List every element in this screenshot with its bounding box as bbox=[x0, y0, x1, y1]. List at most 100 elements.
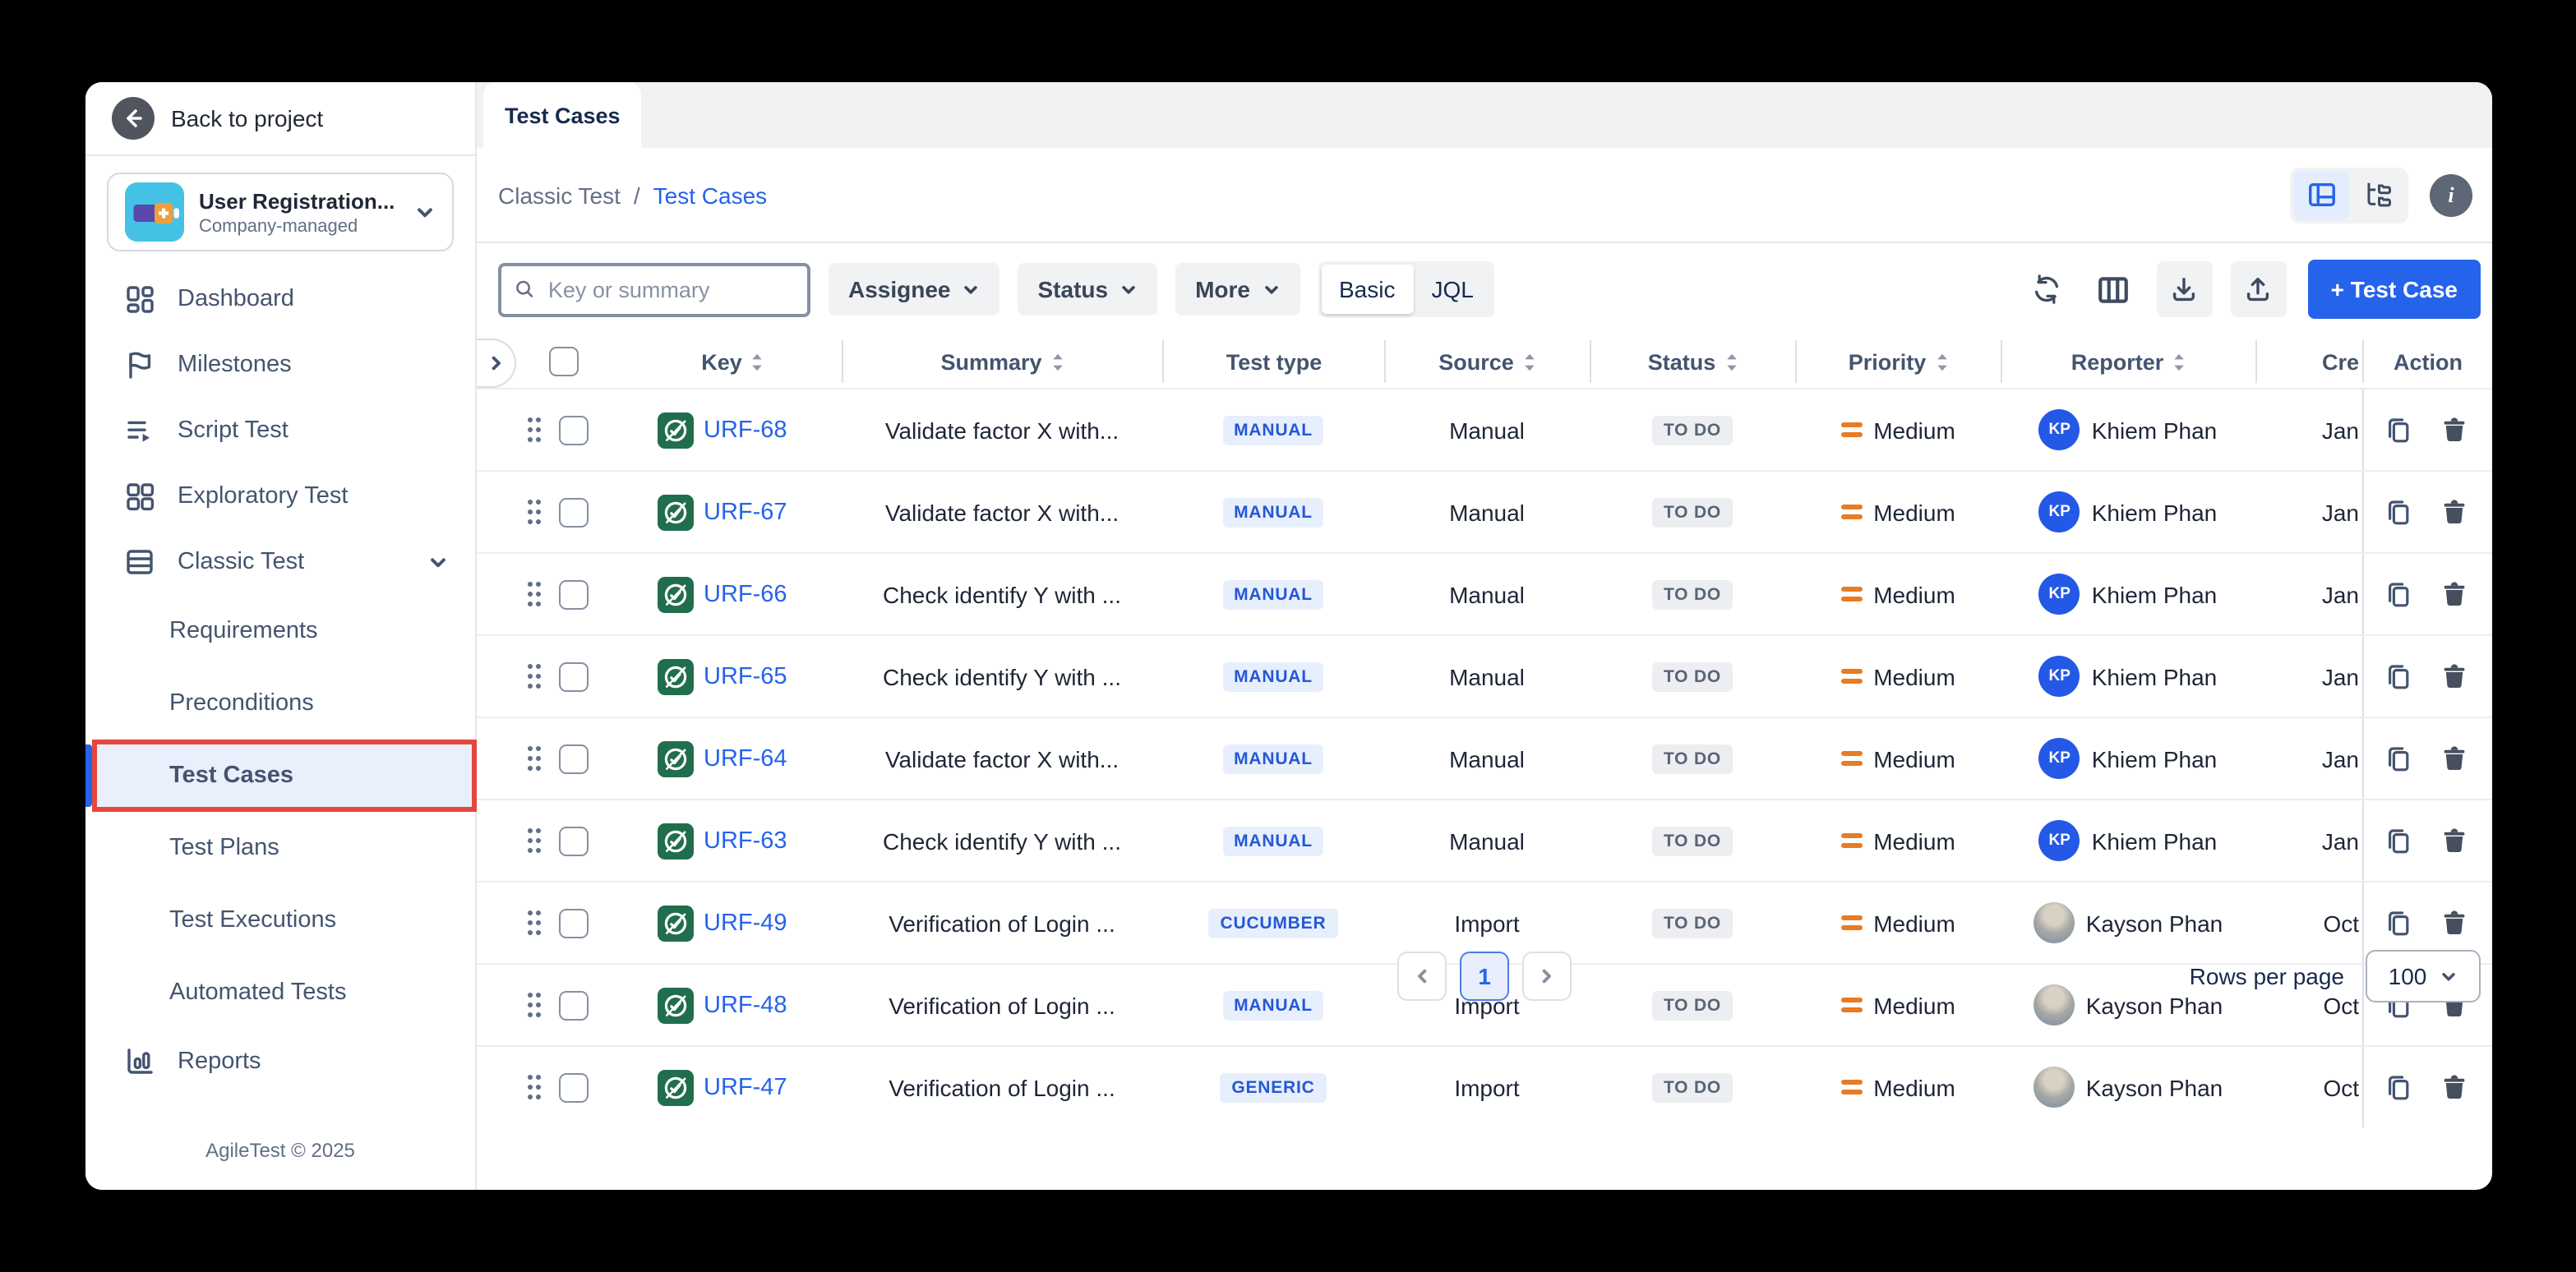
row-checkbox[interactable] bbox=[559, 415, 589, 445]
sidebar-item-milestones[interactable]: Milestones bbox=[85, 332, 475, 398]
summary-cell[interactable]: Check identify Y with ... bbox=[883, 663, 1121, 689]
rows-icon bbox=[123, 546, 156, 578]
rows-per-page: Rows per page 100 bbox=[2190, 950, 2481, 1002]
column-header-summary[interactable]: Summary bbox=[842, 340, 1162, 383]
download-icon bbox=[2169, 274, 2200, 305]
breadcrumb-current[interactable]: Test Cases bbox=[653, 182, 768, 208]
tab-bar: Test Cases bbox=[477, 82, 2492, 148]
sidebar: Back to project User Registration... Com… bbox=[85, 82, 477, 1190]
next-page-button[interactable] bbox=[1522, 952, 1572, 1001]
reporter-cell: Khiem Phan bbox=[2092, 499, 2218, 525]
list-view-button[interactable] bbox=[2293, 170, 2349, 219]
status-badge[interactable]: TO DO bbox=[1652, 415, 1733, 445]
sort-icon bbox=[2172, 351, 2186, 372]
copy-icon[interactable] bbox=[2384, 579, 2413, 609]
select-all-checkbox[interactable] bbox=[549, 347, 579, 376]
tree-view-button[interactable] bbox=[2349, 170, 2405, 219]
project-selector[interactable]: User Registration... Company-managed bbox=[107, 173, 454, 251]
chevron-down-icon bbox=[963, 280, 981, 298]
sidebar-item-label: Classic Test bbox=[178, 549, 304, 575]
status-badge[interactable]: TO DO bbox=[1652, 497, 1733, 527]
test-type-badge: MANUAL bbox=[1222, 579, 1324, 609]
search-field[interactable] bbox=[498, 262, 810, 316]
columns-button[interactable] bbox=[2089, 263, 2139, 316]
status-badge[interactable]: TO DO bbox=[1652, 579, 1733, 609]
status-filter-button[interactable]: Status bbox=[1018, 263, 1158, 316]
test-type-badge: MANUAL bbox=[1222, 497, 1324, 527]
column-header-key[interactable]: Key bbox=[625, 340, 842, 383]
export-button[interactable] bbox=[2231, 261, 2287, 317]
summary-cell[interactable]: Validate factor X with... bbox=[885, 499, 1119, 525]
sort-icon bbox=[1934, 351, 1949, 372]
drag-handle-icon[interactable] bbox=[526, 416, 542, 444]
sidebar-item-dashboard[interactable]: Dashboard bbox=[85, 266, 475, 332]
script-icon bbox=[123, 414, 156, 447]
more-filter-button[interactable]: More bbox=[1175, 263, 1300, 316]
page-number-button[interactable]: 1 bbox=[1460, 952, 1509, 1001]
basic-mode-button[interactable]: Basic bbox=[1321, 265, 1413, 314]
drag-handle-icon[interactable] bbox=[526, 498, 542, 526]
screen: Back to project User Registration... Com… bbox=[0, 0, 2576, 1272]
copy-icon[interactable] bbox=[2384, 661, 2413, 691]
pagination: 1 bbox=[1397, 952, 1572, 1001]
column-header-priority[interactable]: Priority bbox=[1795, 340, 2001, 383]
trash-icon[interactable] bbox=[2440, 661, 2469, 691]
assignee-filter-button[interactable]: Assignee bbox=[829, 263, 1000, 316]
drag-handle-icon[interactable] bbox=[526, 662, 542, 690]
create-test-case-button[interactable]: + Test Case bbox=[2308, 260, 2481, 319]
test-case-key-link[interactable]: URF-68 bbox=[704, 417, 787, 443]
trash-icon[interactable] bbox=[2440, 579, 2469, 609]
copy-icon[interactable] bbox=[2384, 415, 2413, 445]
rows-per-page-select[interactable]: 100 bbox=[2366, 950, 2481, 1002]
refresh-button[interactable] bbox=[2022, 263, 2071, 316]
import-button[interactable] bbox=[2157, 261, 2213, 317]
sidebar-item-reports[interactable]: Reports bbox=[85, 1029, 475, 1095]
prev-page-button[interactable] bbox=[1397, 952, 1447, 1001]
search-icon bbox=[515, 278, 535, 301]
column-header-test-type[interactable]: Test type bbox=[1162, 340, 1384, 383]
column-header-created[interactable]: Cre bbox=[2255, 340, 2362, 383]
drag-handle-icon[interactable] bbox=[526, 580, 542, 608]
row-checkbox[interactable] bbox=[559, 497, 589, 527]
summary-cell[interactable]: Validate factor X with... bbox=[885, 417, 1119, 443]
sidebar-item-exploratory-test[interactable]: Exploratory Test bbox=[85, 463, 475, 529]
row-checkbox[interactable] bbox=[559, 579, 589, 609]
test-case-key-link[interactable]: URF-67 bbox=[704, 499, 787, 525]
sidebar-item-test-cases[interactable]: Test Cases bbox=[92, 740, 477, 812]
sidebar-item-test-executions[interactable]: Test Executions bbox=[85, 884, 475, 956]
column-header-reporter[interactable]: Reporter bbox=[2001, 340, 2255, 383]
test-case-icon bbox=[658, 658, 694, 694]
upload-icon bbox=[2243, 274, 2274, 305]
table-footer: 1 Rows per page 100 bbox=[477, 763, 2492, 1190]
chevron-right-icon bbox=[486, 353, 506, 373]
tab-test-cases[interactable]: Test Cases bbox=[483, 82, 642, 148]
created-cell: Jan bbox=[2322, 499, 2359, 525]
sidebar-item-test-plans[interactable]: Test Plans bbox=[85, 812, 475, 884]
copy-icon[interactable] bbox=[2384, 497, 2413, 527]
info-icon[interactable]: i bbox=[2430, 173, 2472, 216]
sidebar-item-preconditions[interactable]: Preconditions bbox=[85, 667, 475, 740]
priority-cell: Medium bbox=[1873, 581, 1955, 607]
summary-cell[interactable]: Check identify Y with ... bbox=[883, 581, 1121, 607]
sort-icon bbox=[1522, 351, 1537, 372]
test-case-key-link[interactable]: URF-66 bbox=[704, 581, 787, 607]
column-header-source[interactable]: Source bbox=[1384, 340, 1590, 383]
row-checkbox[interactable] bbox=[559, 661, 589, 691]
sidebar-item-requirements[interactable]: Requirements bbox=[85, 595, 475, 667]
dashboard-icon bbox=[123, 283, 156, 316]
jql-mode-button[interactable]: JQL bbox=[1413, 276, 1491, 302]
trash-icon[interactable] bbox=[2440, 497, 2469, 527]
status-badge[interactable]: TO DO bbox=[1652, 661, 1733, 691]
test-case-icon bbox=[658, 494, 694, 530]
breadcrumb-parent[interactable]: Classic Test bbox=[498, 182, 621, 208]
back-to-project[interactable]: Back to project bbox=[85, 82, 475, 156]
trash-icon[interactable] bbox=[2440, 415, 2469, 445]
sidebar-item-automated-tests[interactable]: Automated Tests bbox=[85, 956, 475, 1029]
app-window: Back to project User Registration... Com… bbox=[85, 82, 2492, 1190]
column-header-status[interactable]: Status bbox=[1590, 340, 1795, 383]
search-input[interactable] bbox=[545, 275, 794, 303]
sidebar-item-script-test[interactable]: Script Test bbox=[85, 398, 475, 463]
test-case-key-link[interactable]: URF-65 bbox=[704, 663, 787, 689]
sidebar-item-classic-test[interactable]: Classic Test bbox=[85, 529, 475, 595]
table-row: URF-67 Validate factor X with... MANUAL … bbox=[477, 470, 2492, 552]
